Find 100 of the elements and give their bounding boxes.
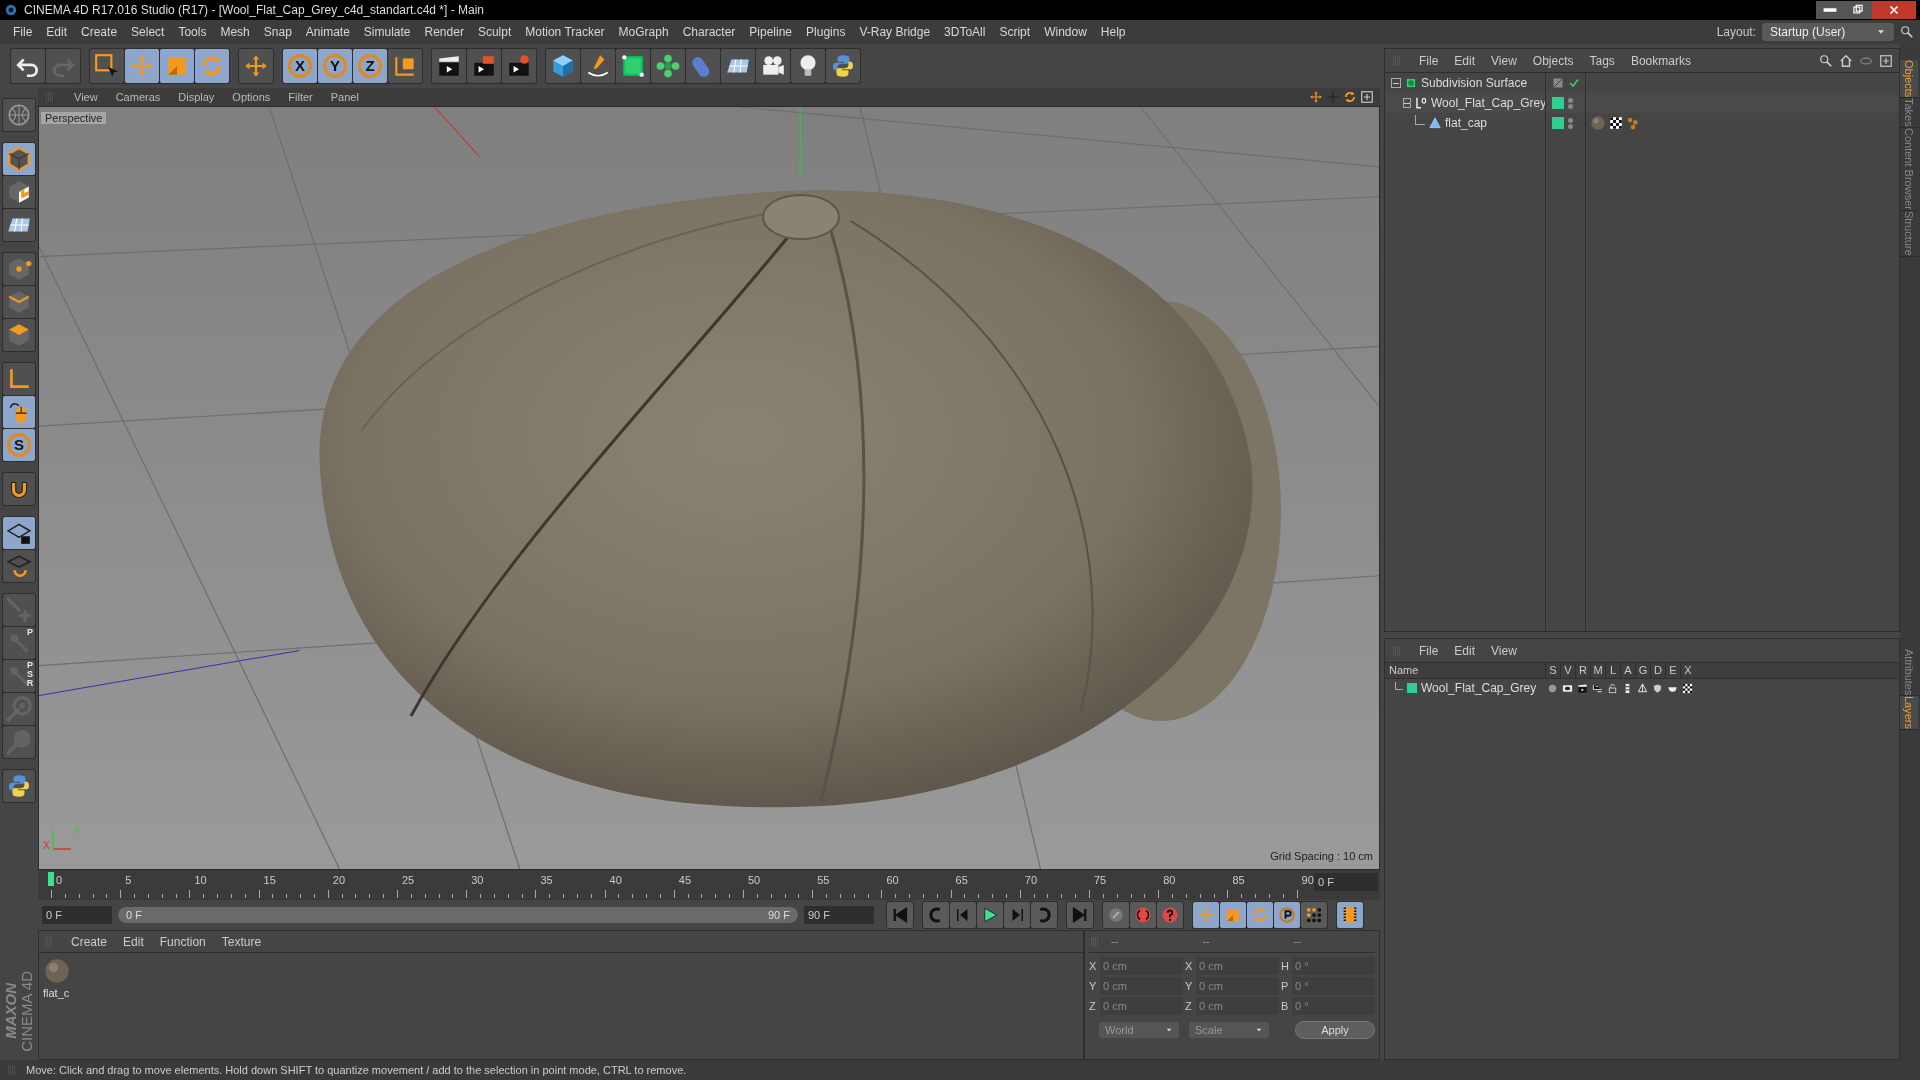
playback-button[interactable] — [1031, 902, 1057, 928]
menu-item[interactable]: Panel — [330, 88, 359, 106]
menu-item[interactable]: Pipeline — [742, 23, 800, 41]
column-header[interactable]: D — [1650, 662, 1665, 679]
layer-color-swatch[interactable] — [1407, 683, 1417, 693]
apply-button[interactable]: Apply — [1295, 1021, 1375, 1039]
menu-item[interactable]: Mesh — [213, 23, 257, 41]
tool-button[interactable] — [3, 473, 35, 505]
start-frame-field[interactable]: 0 F — [42, 906, 112, 924]
menu-item[interactable]: Bookmarks — [1630, 51, 1691, 70]
column-header[interactable]: S — [1545, 662, 1560, 679]
playback-button[interactable] — [1067, 902, 1093, 928]
keyframe-button[interactable] — [1301, 902, 1327, 928]
end-frame-field[interactable]: 90 F — [804, 906, 874, 924]
time-range-slider[interactable]: 0 F 90 F — [118, 907, 798, 923]
current-frame-field[interactable]: 0 F — [1314, 873, 1378, 891]
menu-item[interactable]: Help — [1093, 23, 1133, 41]
column-header[interactable]: G — [1635, 662, 1650, 679]
menu-item[interactable]: Edit — [1454, 641, 1476, 660]
playback-button[interactable] — [950, 902, 976, 928]
minimize-button[interactable] — [1816, 1, 1844, 19]
tool-button[interactable]: X — [283, 49, 317, 83]
tool-button[interactable] — [11, 49, 45, 83]
layout-dropdown[interactable]: Startup (User) — [1762, 23, 1894, 41]
column-header[interactable]: R — [1575, 662, 1590, 679]
menu-item[interactable]: Cameras — [115, 88, 161, 106]
menu-item[interactable]: View — [1491, 641, 1517, 660]
menu-item[interactable]: Character — [675, 23, 743, 41]
tool-button[interactable] — [432, 49, 466, 83]
tool-button[interactable] — [3, 550, 35, 582]
menu-item[interactable]: Function — [159, 932, 206, 951]
tool-button[interactable]: Y — [318, 49, 352, 83]
menu-item[interactable]: Script — [992, 23, 1038, 41]
menu-item[interactable]: Display — [178, 88, 215, 106]
layer-name[interactable]: Wool_Flat_Cap_Grey — [1421, 679, 1537, 697]
column-header[interactable]: L — [1605, 662, 1620, 679]
layer-swatch[interactable] — [1552, 97, 1564, 109]
menu-item[interactable]: Simulate — [356, 23, 418, 41]
playback-button[interactable] — [923, 902, 949, 928]
menu-item[interactable]: Motion Tracker — [518, 23, 612, 41]
tool-button[interactable] — [90, 49, 124, 83]
side-tab[interactable]: Layers — [1900, 695, 1918, 730]
tool-button[interactable] — [756, 49, 790, 83]
menu-item[interactable]: Tools — [171, 23, 214, 41]
column-header[interactable]: X — [1680, 662, 1695, 679]
menu-item[interactable]: Texture — [221, 932, 262, 951]
tool-button[interactable] — [3, 517, 35, 549]
side-tab[interactable]: Objects — [1900, 60, 1918, 99]
column-header[interactable]: M — [1590, 662, 1605, 679]
tool-button[interactable] — [721, 49, 755, 83]
menu-item[interactable]: Window — [1037, 23, 1094, 41]
column-header[interactable]: A — [1620, 662, 1635, 679]
menu-item[interactable]: File — [1419, 641, 1439, 660]
menu-item[interactable]: Tags — [1589, 51, 1615, 70]
keyframe-button[interactable] — [1130, 902, 1156, 928]
tool-button[interactable]: S — [3, 429, 35, 461]
expand-toggle[interactable] — [1403, 98, 1411, 108]
menu-item[interactable]: Select — [124, 23, 172, 41]
menu-item[interactable]: Edit — [39, 23, 75, 41]
tool-button[interactable] — [581, 49, 615, 83]
visibility-dots[interactable] — [1568, 97, 1573, 109]
tool-button[interactable] — [791, 49, 825, 83]
menu-item[interactable]: File — [1419, 51, 1439, 70]
menu-item[interactable]: Create — [71, 932, 108, 951]
menu-item[interactable]: View — [1491, 51, 1517, 70]
playback-button[interactable] — [887, 902, 913, 928]
playback-button[interactable] — [1004, 902, 1030, 928]
menu-item[interactable]: MoGraph — [611, 23, 676, 41]
keyframe-button[interactable] — [1274, 902, 1300, 928]
menu-item[interactable]: Plugins — [799, 23, 853, 41]
menu-item[interactable]: 3DToAll — [937, 23, 993, 41]
menu-item[interactable]: Edit — [123, 932, 144, 951]
maximize-button[interactable] — [1844, 1, 1872, 19]
tool-button[interactable] — [3, 209, 35, 241]
menu-item[interactable]: File — [6, 23, 40, 41]
menu-item[interactable]: View — [74, 88, 98, 106]
column-header[interactable]: Name — [1385, 662, 1545, 679]
menu-item[interactable]: Create — [74, 23, 125, 41]
timeline-button[interactable] — [1337, 902, 1363, 928]
object-name[interactable]: Subdivision Surface — [1421, 74, 1528, 92]
menu-item[interactable]: V-Ray Bridge — [852, 23, 938, 41]
close-button[interactable] — [1872, 1, 1916, 19]
keyframe-button[interactable] — [1157, 902, 1183, 928]
menu-item[interactable]: Filter — [288, 88, 313, 106]
menu-item[interactable]: Options — [232, 88, 271, 106]
tool-button[interactable] — [3, 176, 35, 208]
expand-toggle[interactable] — [1391, 78, 1401, 88]
tool-button[interactable]: Z — [353, 49, 387, 83]
column-header[interactable]: V — [1560, 662, 1575, 679]
menu-item[interactable]: Snap — [256, 23, 299, 41]
object-name[interactable]: flat_cap — [1445, 114, 1488, 132]
column-header[interactable]: E — [1665, 662, 1680, 679]
menu-item[interactable]: Edit — [1454, 51, 1476, 70]
layer-swatch[interactable] — [1552, 117, 1564, 129]
playback-button[interactable] — [977, 902, 1003, 928]
menu-item[interactable]: Sculpt — [470, 23, 519, 41]
menu-item[interactable]: Render — [417, 23, 471, 41]
menu-item[interactable]: Animate — [298, 23, 357, 41]
menu-item[interactable]: Objects — [1532, 51, 1574, 70]
visibility-dots[interactable] — [1568, 117, 1573, 129]
